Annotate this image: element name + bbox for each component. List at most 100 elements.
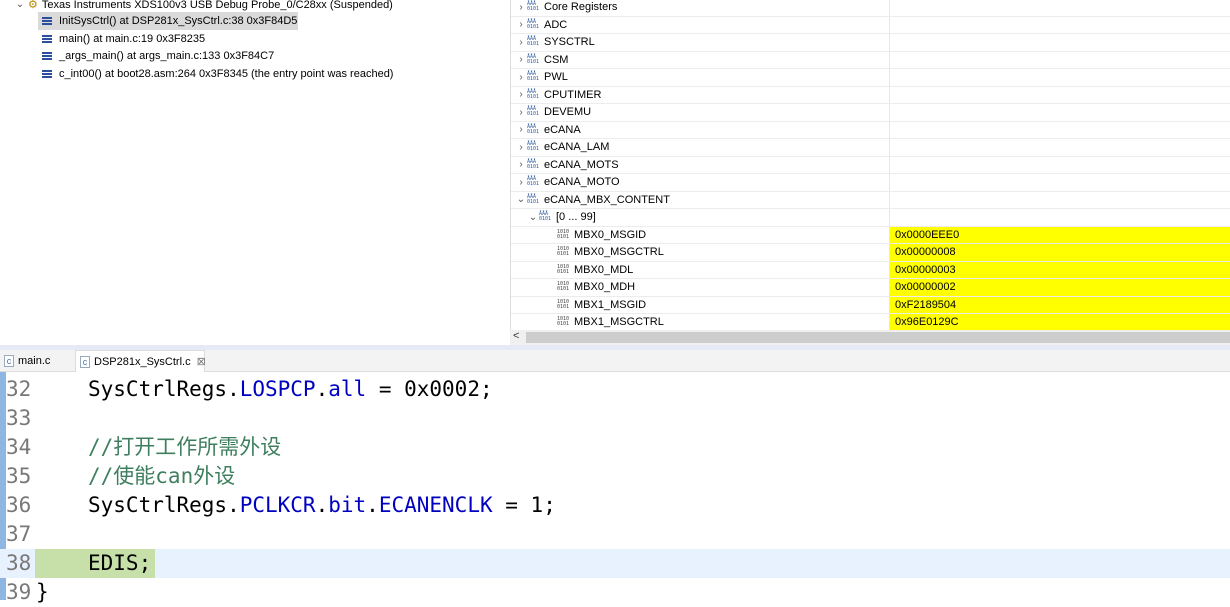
- register-value: [889, 34, 1230, 51]
- register-name: MBX0_MDL: [574, 263, 634, 276]
- code-comment: //打开工作所需外设: [88, 435, 282, 459]
- code-line[interactable]: 39}: [0, 578, 1230, 607]
- register-group-name: PWL: [544, 71, 568, 84]
- register-value[interactable]: 0x00000003: [889, 261, 1230, 278]
- tab-dsp281x-sysctrl-c[interactable]: c DSP281x_SysCtrl.c ⊠: [75, 350, 206, 372]
- register-icon: 1010 0101: [557, 316, 570, 328]
- chevron-down-icon[interactable]: ⌄: [14, 0, 26, 14]
- frame-label: InitSysCtrl() at DSP281x_SysCtrl.c:38 0x…: [59, 15, 298, 27]
- chevron-down-icon[interactable]: ⌄: [527, 212, 539, 223]
- code-token: .: [315, 493, 329, 517]
- code-field: ECANENCLK: [378, 493, 493, 517]
- c-file-icon: c: [4, 355, 14, 368]
- registers-view: › ÅÅÅ 0101 Core Registers › ÅÅÅ 0101 ADC › ÅÅÅ 010…: [510, 0, 1230, 345]
- register-group-row[interactable]: › ÅÅÅ 0101 eCANA_LAM: [511, 139, 1230, 157]
- code-line[interactable]: 32 SysCtrlRegs.LOSPCP.all = 0x0002;: [0, 375, 1230, 404]
- register-value: [889, 51, 1230, 68]
- scrollbar-thumb[interactable]: [526, 332, 1230, 343]
- code-token: SysCtrlRegs.: [88, 377, 240, 401]
- tab-main-c[interactable]: c main.c: [0, 350, 75, 372]
- scroll-left-icon[interactable]: <: [513, 330, 519, 342]
- horizontal-scrollbar[interactable]: <: [510, 330, 1230, 345]
- frame-label: c_int00() at boot28.asm:264 0x3F8345 (th…: [59, 68, 394, 80]
- line-number: 37: [6, 522, 32, 546]
- register-row[interactable]: 1010 0101 MBX1_MSGCTRL 0x96E0129C: [511, 314, 1230, 332]
- stack-frame[interactable]: InitSysCtrl() at DSP281x_SysCtrl.c:38 0x…: [38, 12, 298, 30]
- register-subgroup-row[interactable]: ⌄ ÅÅÅ 0101 [0 ... 99]: [511, 209, 1230, 227]
- chevron-right-icon[interactable]: ›: [515, 177, 527, 188]
- register-row[interactable]: 1010 0101 MBX0_MDL 0x00000003: [511, 261, 1230, 279]
- code-line[interactable]: 33: [0, 404, 1230, 433]
- register-group-icon: ÅÅÅ 0101: [527, 36, 540, 48]
- code-token: SysCtrlRegs.: [88, 493, 240, 517]
- register-value[interactable]: 0x00000002: [889, 279, 1230, 296]
- register-value: [889, 0, 1230, 16]
- chevron-right-icon[interactable]: ›: [515, 37, 527, 48]
- chevron-down-icon[interactable]: ⌄: [515, 194, 527, 205]
- code-line[interactable]: 36 SysCtrlRegs.PCLKCR.bit.ECANENCLK = 1;: [0, 491, 1230, 520]
- line-number: 33: [6, 406, 32, 430]
- register-group-icon: ÅÅÅ 0101: [527, 158, 540, 170]
- stack-frame[interactable]: main() at main.c:19 0x3F8235: [38, 30, 205, 48]
- register-group-name: CSM: [544, 53, 569, 66]
- register-group-row[interactable]: › ÅÅÅ 0101 ADC: [511, 16, 1230, 34]
- register-group-row[interactable]: › ÅÅÅ 0101 eCANA_MOTO: [511, 174, 1230, 192]
- register-group-row[interactable]: › ÅÅÅ 0101 DEVEMU: [511, 104, 1230, 122]
- chevron-right-icon[interactable]: ›: [515, 72, 527, 83]
- code-comment: //使能can外设: [88, 464, 236, 488]
- register-group-row[interactable]: › ÅÅÅ 0101 SYSCTRL: [511, 34, 1230, 52]
- code-field: LOSPCP: [239, 377, 316, 401]
- debug-view: ⌄ ⚙ Texas Instruments XDS100v3 USB Debug…: [0, 0, 505, 345]
- register-group-row[interactable]: › ÅÅÅ 0101 CSM: [511, 51, 1230, 69]
- register-group-name: eCANA_MOTO: [544, 176, 620, 189]
- register-value: [889, 156, 1230, 173]
- register-row[interactable]: 1010 0101 MBX0_MDH 0x00000002: [511, 279, 1230, 297]
- register-group-name: eCANA: [544, 123, 581, 136]
- code-line[interactable]: 35 //使能can外设: [0, 462, 1230, 491]
- line-number: 32: [6, 377, 32, 401]
- register-row[interactable]: 1010 0101 MBX0_MSGCTRL 0x00000008: [511, 244, 1230, 262]
- register-group-icon: ÅÅÅ 0101: [527, 53, 540, 65]
- close-icon[interactable]: ⊠: [197, 356, 206, 368]
- register-group-row[interactable]: › ÅÅÅ 0101 CPUTIMER: [511, 86, 1230, 104]
- line-number: 39: [6, 580, 32, 604]
- register-group-row[interactable]: › ÅÅÅ 0101 eCANA: [511, 121, 1230, 139]
- register-group-icon: ÅÅÅ 0101: [527, 193, 540, 205]
- stack-frame-icon: [42, 52, 52, 60]
- register-group-icon: ÅÅÅ 0101: [527, 141, 540, 153]
- register-value: [889, 191, 1230, 208]
- chevron-right-icon[interactable]: ›: [515, 2, 527, 13]
- register-group-row[interactable]: › ÅÅÅ 0101 PWL: [511, 69, 1230, 87]
- stack-frame[interactable]: _args_main() at args_main.c:133 0x3F84C7: [38, 47, 274, 65]
- register-subgroup-name: [0 ... 99]: [556, 211, 596, 224]
- register-icon: 1010 0101: [557, 228, 570, 240]
- register-value[interactable]: 0x96E0129C: [889, 314, 1230, 331]
- register-value: [889, 209, 1230, 226]
- chevron-right-icon[interactable]: ›: [515, 124, 527, 135]
- code-token: .: [366, 493, 379, 517]
- register-value[interactable]: 0x0000EEE0: [889, 226, 1230, 243]
- register-group-row[interactable]: › ÅÅÅ 0101 Core Registers: [511, 0, 1230, 17]
- register-group-name: eCANA_MBX_CONTENT: [544, 193, 670, 206]
- code-line[interactable]: 37: [0, 520, 1230, 549]
- code-line[interactable]: 34 //打开工作所需外设: [0, 433, 1230, 462]
- register-row[interactable]: 1010 0101 MBX1_MSGID 0xF2189504: [511, 296, 1230, 314]
- register-row[interactable]: 1010 0101 MBX0_MSGID 0x0000EEE0: [511, 226, 1230, 244]
- line-number: 38: [6, 551, 32, 575]
- chevron-right-icon[interactable]: ›: [515, 54, 527, 65]
- chevron-right-icon[interactable]: ›: [515, 89, 527, 100]
- code-editor[interactable]: 32 SysCtrlRegs.LOSPCP.all = 0x0002; 33 34//…: [0, 372, 1230, 604]
- code-token: }: [36, 580, 49, 604]
- chevron-right-icon[interactable]: ›: [515, 142, 527, 153]
- code-line[interactable]: 38 EDIS;: [0, 549, 1230, 578]
- chevron-right-icon[interactable]: ›: [515, 107, 527, 118]
- register-group-row[interactable]: › ÅÅÅ 0101 eCANA_MOTS: [511, 156, 1230, 174]
- chevron-right-icon[interactable]: ›: [515, 159, 527, 170]
- register-value[interactable]: 0xF2189504: [889, 296, 1230, 313]
- register-icon: 1010 0101: [557, 281, 570, 293]
- frame-label: _args_main() at args_main.c:133 0x3F84C7: [59, 50, 275, 62]
- register-group-row[interactable]: ⌄ ÅÅÅ 0101 eCANA_MBX_CONTENT: [511, 191, 1230, 209]
- chevron-right-icon[interactable]: ›: [515, 19, 527, 30]
- register-value[interactable]: 0x00000008: [889, 244, 1230, 261]
- stack-frame[interactable]: c_int00() at boot28.asm:264 0x3F8345 (th…: [38, 65, 393, 83]
